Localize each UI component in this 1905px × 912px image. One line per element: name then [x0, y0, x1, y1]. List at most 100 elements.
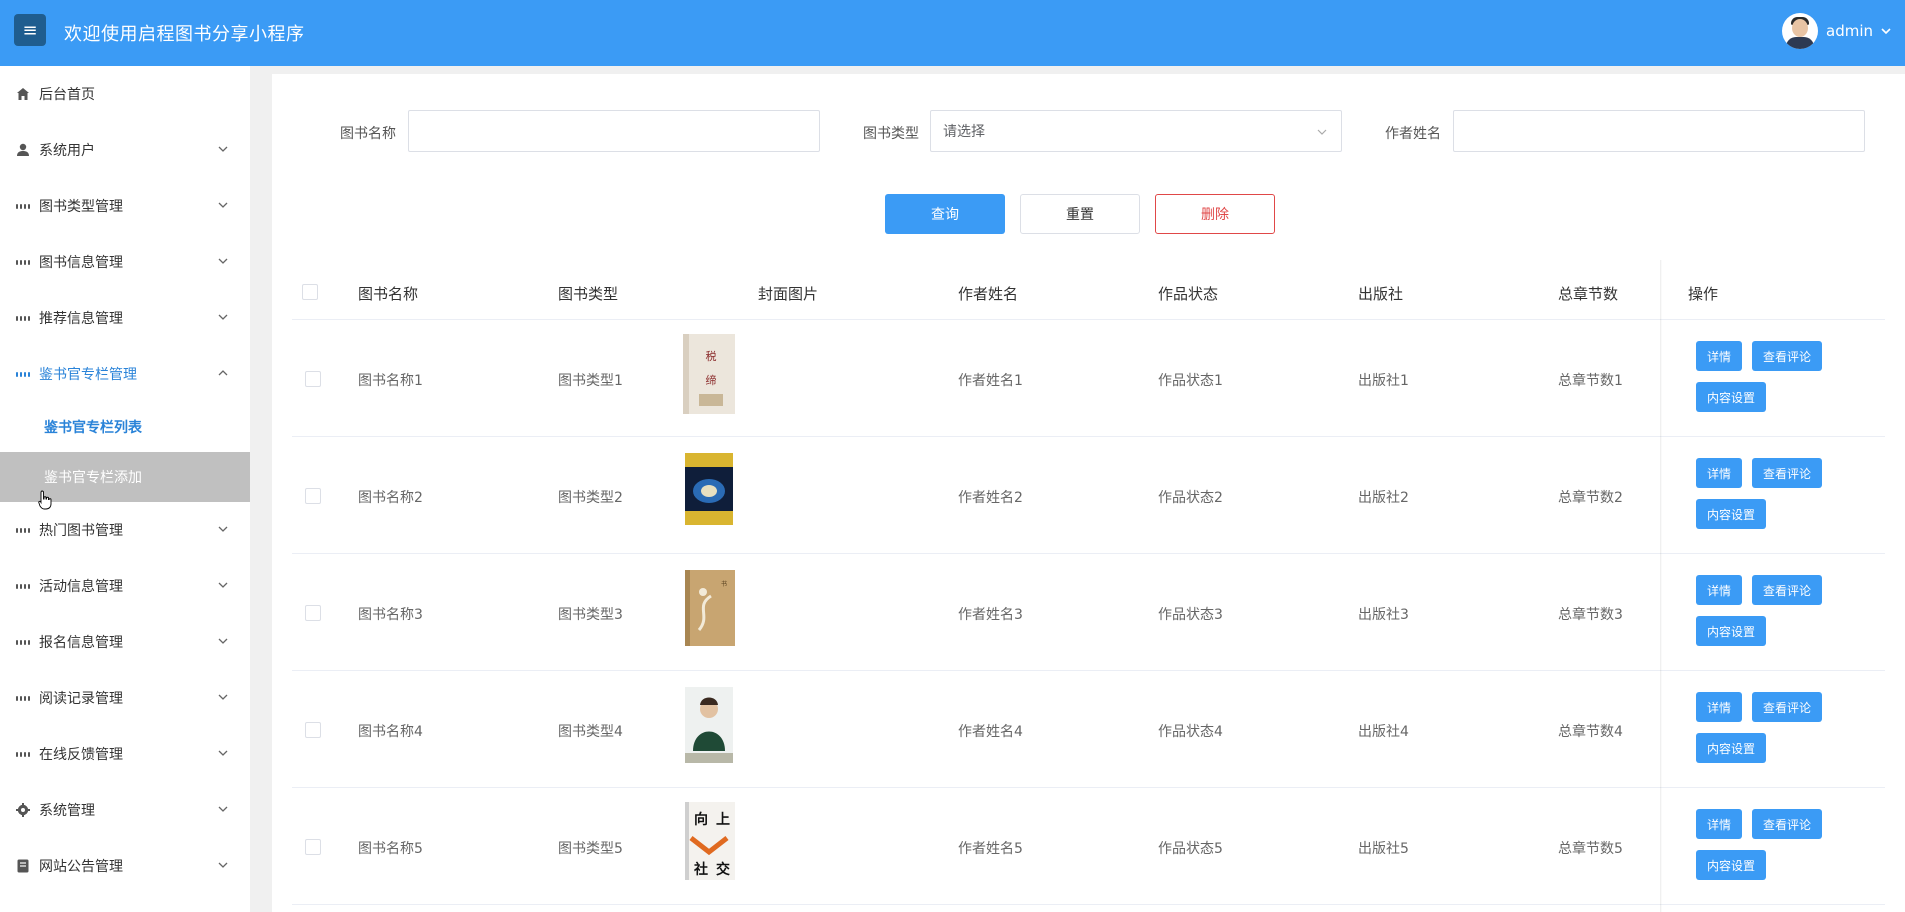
delete-button[interactable]: 删除: [1155, 194, 1275, 234]
cell-publisher: 出版社5: [1358, 841, 1409, 857]
sidebar-item-label: 活动信息管理: [39, 579, 123, 595]
chevron-down-icon: [1317, 129, 1327, 135]
fixed-column-shadow: [1660, 260, 1662, 912]
view-comments-button[interactable]: 查看评论: [1752, 341, 1822, 371]
grid-icon: [16, 635, 30, 649]
book-type-select[interactable]: 请选择: [930, 110, 1342, 152]
content-settings-button[interactable]: 内容设置: [1696, 616, 1766, 646]
avatar: [1782, 13, 1818, 49]
sidebar-item-registrations[interactable]: 报名信息管理: [0, 614, 250, 670]
sidebar-item-label: 报名信息管理: [39, 635, 123, 651]
hamburger-icon[interactable]: ≡: [14, 14, 46, 46]
row-checkbox[interactable]: [305, 605, 321, 621]
user-menu[interactable]: admin: [1782, 13, 1891, 49]
cell-author: 作者姓名5: [958, 841, 1023, 857]
svg-text:上: 上: [716, 812, 730, 828]
content-settings-button[interactable]: 内容设置: [1696, 733, 1766, 763]
view-comments-button[interactable]: 查看评论: [1752, 458, 1822, 488]
sidebar-item-label: 鉴书官专栏管理: [39, 367, 137, 383]
chevron-down-icon: [218, 258, 228, 264]
sidebar-item-feedback[interactable]: 在线反馈管理: [0, 726, 250, 782]
sidebar-item-book-types[interactable]: 图书类型管理: [0, 178, 250, 234]
cell-book-type: 图书类型3: [558, 607, 623, 623]
select-all-checkbox[interactable]: [302, 284, 318, 300]
cell-author: 作者姓名4: [958, 724, 1023, 740]
chevron-down-icon: [218, 862, 228, 868]
sidebar-item-announcements[interactable]: 网站公告管理: [0, 838, 250, 894]
table-row: 图书名称5 图书类型5 向 上 社 交 作者姓名5 作品状态5 出版社5 总章节…: [292, 788, 1885, 905]
sidebar-subitem-reviewer-list[interactable]: 鉴书官专栏列表: [0, 402, 250, 452]
sidebar-item-label: 热门图书管理: [39, 523, 123, 539]
book-type-select-value: 请选择: [943, 124, 985, 140]
sidebar-item-reading-records[interactable]: 阅读记录管理: [0, 670, 250, 726]
chevron-down-icon: [218, 202, 228, 208]
detail-button[interactable]: 详情: [1696, 458, 1742, 488]
sidebar-item-system-settings[interactable]: 系统管理: [0, 782, 250, 838]
sidebar-item-book-info[interactable]: 图书信息管理: [0, 234, 250, 290]
chevron-down-icon: [218, 806, 228, 812]
cell-book-type: 图书类型1: [558, 373, 623, 389]
detail-button[interactable]: 详情: [1696, 809, 1742, 839]
detail-button[interactable]: 详情: [1696, 692, 1742, 722]
chevron-down-icon: [218, 146, 228, 152]
row-checkbox[interactable]: [305, 371, 321, 387]
row-checkbox[interactable]: [305, 722, 321, 738]
sidebar-item-label: 后台首页: [39, 87, 95, 103]
cell-status: 作品状态3: [1158, 607, 1223, 623]
book-cover-image[interactable]: 书: [681, 566, 737, 650]
chevron-down-icon: [218, 750, 228, 756]
chevron-down-icon: [218, 526, 228, 532]
sidebar-item-label: 阅读记录管理: [39, 691, 123, 707]
sidebar-item-recommend[interactable]: 推荐信息管理: [0, 290, 250, 346]
reset-button[interactable]: 重置: [1020, 194, 1140, 234]
table-row: 图书名称3 图书类型3 书 作者姓名3 作品状态3 出版社3 总章节数3 详情 …: [292, 554, 1885, 671]
row-checkbox[interactable]: [305, 488, 321, 504]
cell-status: 作品状态1: [1158, 373, 1223, 389]
cell-chapters: 总章节数3: [1558, 607, 1623, 623]
book-cover-image[interactable]: 向 上 社 交: [681, 800, 737, 884]
grid-icon: [16, 367, 30, 381]
query-button[interactable]: 查询: [885, 194, 1005, 234]
cell-status: 作品状态4: [1158, 724, 1223, 740]
column-header: 图书名称: [358, 285, 419, 303]
sidebar-item-hot-books[interactable]: 热门图书管理: [0, 502, 250, 558]
view-comments-button[interactable]: 查看评论: [1752, 809, 1822, 839]
cell-publisher: 出版社2: [1358, 490, 1409, 506]
sidebar-item-label: 在线反馈管理: [39, 747, 123, 763]
cell-chapters: 总章节数1: [1558, 373, 1623, 389]
sidebar-item-reviewer-column[interactable]: 鉴书官专栏管理: [0, 346, 250, 402]
cell-book-name: 图书名称2: [358, 490, 423, 506]
book-cover-image[interactable]: [681, 683, 737, 767]
detail-button[interactable]: 详情: [1696, 575, 1742, 605]
search-bar: 图书名称 图书类型 请选择 作者姓名: [272, 110, 1905, 152]
cell-book-type: 图书类型2: [558, 490, 623, 506]
home-icon: [16, 87, 30, 101]
author-input[interactable]: [1453, 110, 1865, 152]
detail-button[interactable]: 详情: [1696, 341, 1742, 371]
view-comments-button[interactable]: 查看评论: [1752, 575, 1822, 605]
content-settings-button[interactable]: 内容设置: [1696, 499, 1766, 529]
cell-book-type: 图书类型5: [558, 841, 623, 857]
sidebar-item-label: 图书类型管理: [39, 199, 123, 215]
sidebar-item-label: 系统管理: [39, 803, 95, 819]
sidebar-item-home[interactable]: 后台首页: [0, 66, 250, 122]
sidebar-item-activities[interactable]: 活动信息管理: [0, 558, 250, 614]
column-header: 操作: [1688, 285, 1719, 303]
username: admin: [1826, 22, 1873, 40]
sidebar-item-system-users[interactable]: 系统用户: [0, 122, 250, 178]
row-checkbox[interactable]: [305, 839, 321, 855]
grid-icon: [16, 255, 30, 269]
book-name-input[interactable]: [408, 110, 820, 152]
book-cover-image[interactable]: [681, 449, 737, 533]
grid-icon: [16, 523, 30, 537]
book-cover-image[interactable]: 税 缔: [681, 332, 737, 416]
sidebar-item-label: 系统用户: [39, 143, 95, 159]
content-settings-button[interactable]: 内容设置: [1696, 382, 1766, 412]
table-header: 图书名称 图书类型 封面图片 作者姓名 作品状态 出版社 总章节数 操作: [292, 264, 1885, 320]
content-settings-button[interactable]: 内容设置: [1696, 850, 1766, 880]
cell-book-name: 图书名称3: [358, 607, 423, 623]
grid-icon: [16, 579, 30, 593]
column-header: 图书类型: [558, 285, 619, 303]
view-comments-button[interactable]: 查看评论: [1752, 692, 1822, 722]
sidebar-item-label: 推荐信息管理: [39, 311, 123, 327]
